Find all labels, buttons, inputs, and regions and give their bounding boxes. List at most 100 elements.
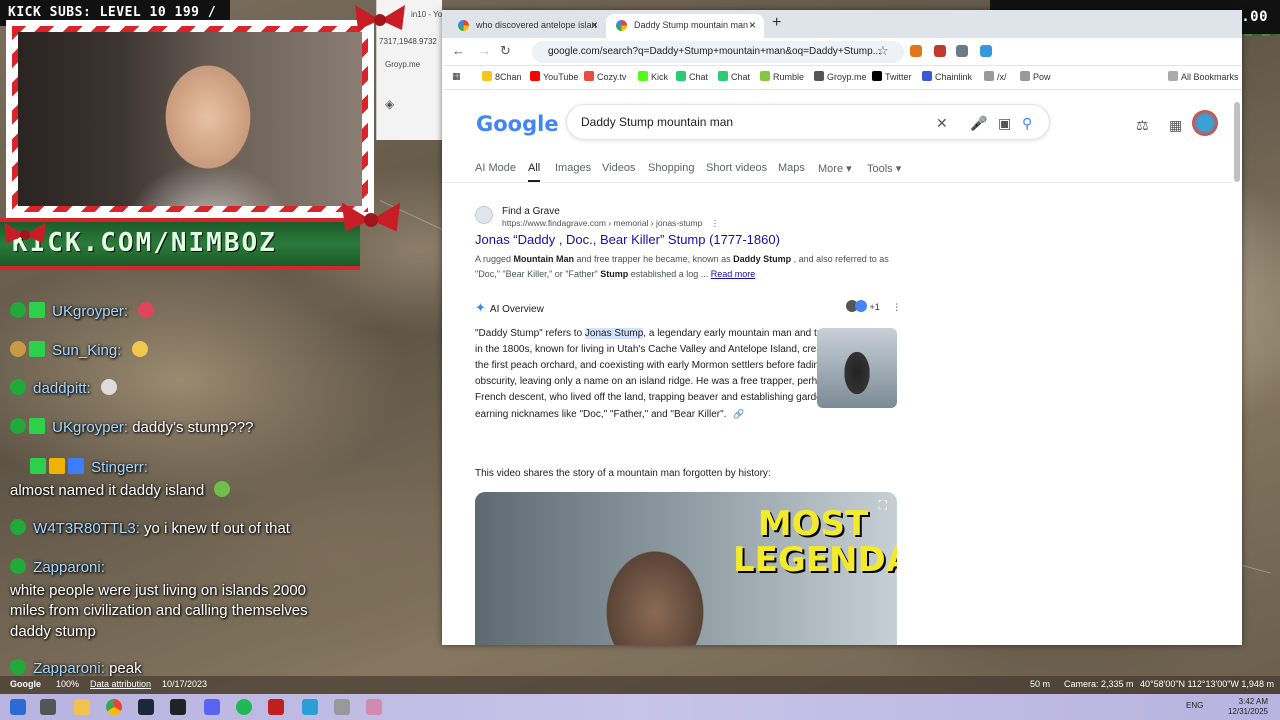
chat-message: daddy stump: [10, 623, 96, 640]
bookmark-label: All Bookmarks: [1181, 72, 1239, 82]
bookmark-8chan[interactable]: 8Chan: [482, 71, 522, 82]
video-thumbnail[interactable]: MOST LEGENDARY ⛶: [475, 492, 897, 645]
kick-badge-icon: [10, 379, 26, 395]
language-indicator[interactable]: ENG: [1186, 701, 1203, 710]
ai-overview-thumbnail[interactable]: [817, 328, 897, 408]
extension-icon[interactable]: [956, 45, 968, 57]
ai-overview-body: "Daddy Stump" refers to Jonas Stump, a l…: [475, 326, 847, 423]
result-title-link[interactable]: Jonas “Daddy , Doc., Bear Killer” Stump …: [475, 232, 780, 247]
tab-short-videos[interactable]: Short videos: [706, 162, 767, 174]
bookmark-youtube[interactable]: YouTube: [530, 71, 578, 82]
apps-grid-icon[interactable]: ▦: [452, 71, 461, 82]
account-avatar[interactable]: [1192, 110, 1218, 136]
lens-search-icon[interactable]: ▣: [998, 115, 1011, 132]
all-bookmarks[interactable]: All Bookmarks: [1168, 71, 1239, 82]
chat-username: Sun_King:: [52, 342, 122, 359]
clock[interactable]: 3:42 AM 12/31/2025: [1228, 697, 1268, 717]
bookmark-icon: [1020, 71, 1030, 81]
tab-videos[interactable]: Videos: [602, 162, 635, 174]
windows-start-icon[interactable]: [10, 699, 26, 715]
bookmark-pow[interactable]: Pow: [1020, 71, 1051, 82]
new-tab-icon[interactable]: +: [772, 14, 781, 32]
google-apps-icon[interactable]: ▦: [1169, 117, 1182, 134]
expand-icon[interactable]: ⛶: [879, 498, 887, 513]
forward-icon[interactable]: →: [478, 43, 491, 58]
bow-icon: [341, 202, 401, 232]
bookmark-twitter[interactable]: Twitter: [872, 71, 912, 82]
bookmark-cozytv[interactable]: Cozy.tv: [584, 71, 626, 82]
app-icon[interactable]: [334, 699, 350, 715]
kick-url-banner: KICK.COM/NIMBOZ: [0, 218, 360, 270]
bookmark-groypme[interactable]: Groyp.me: [814, 71, 867, 82]
app-icon[interactable]: [366, 699, 382, 715]
chat-message: W4T3R80TTL3: yo i knew tf out of that: [10, 519, 290, 537]
tab-shopping[interactable]: Shopping: [648, 162, 695, 174]
bookmark-x-board[interactable]: /x/: [984, 71, 1007, 82]
steam-icon[interactable]: [138, 699, 154, 715]
chat-text: white people were just living on islands…: [10, 582, 307, 599]
extension-icon[interactable]: [980, 45, 992, 57]
more-options-icon[interactable]: ⋮: [711, 218, 720, 228]
chat-message: daddpitt:: [10, 379, 120, 397]
tab-daddy-stump[interactable]: Daddy Stump mountain man - ×: [606, 14, 764, 38]
extension-icon[interactable]: [934, 45, 946, 57]
task-view-icon[interactable]: [40, 699, 56, 715]
app-icon[interactable]: [268, 699, 284, 715]
reload-icon[interactable]: ↻: [500, 43, 511, 59]
bookmark-star-icon[interactable]: ☆: [877, 43, 889, 59]
background-bookmark[interactable]: Groyp.me: [377, 46, 442, 69]
metamask-extension-icon[interactable]: [910, 45, 922, 57]
bookmark-label: /x/: [997, 72, 1007, 82]
more-options-icon[interactable]: ⋮: [892, 302, 901, 312]
close-tab-icon[interactable]: ×: [591, 18, 598, 32]
scale-label: 50 m: [1030, 679, 1051, 689]
tab-images[interactable]: Images: [555, 162, 591, 174]
youtube-icon: [530, 71, 540, 81]
layers-icon[interactable]: ◈: [377, 69, 442, 111]
tab-more[interactable]: More ▾: [818, 162, 852, 175]
video-intro-text: This video shares the story of a mountai…: [475, 468, 771, 479]
back-icon[interactable]: ←: [452, 43, 465, 58]
read-more-link[interactable]: Read more: [711, 269, 756, 279]
labs-flask-icon[interactable]: ⚖: [1136, 117, 1149, 134]
google-logo[interactable]: Google: [476, 112, 559, 136]
emote-icon: [138, 302, 155, 318]
bookmark-chat-2[interactable]: Chat: [718, 71, 750, 82]
chat-message: Zapparoni: peak: [10, 659, 142, 677]
bookmark-chat[interactable]: Chat: [676, 71, 708, 82]
search-icon[interactable]: ⚲: [1022, 115, 1032, 132]
snippet-text: established a log ...: [628, 269, 711, 279]
spotify-icon[interactable]: [236, 699, 252, 715]
tab-antelope-island[interactable]: who discovered antelope islan ×: [448, 14, 606, 38]
close-tab-icon[interactable]: ×: [749, 18, 756, 32]
ai-highlight-link[interactable]: Jonas Stump: [584, 328, 644, 339]
tab-more-label: More: [818, 163, 844, 175]
source-avatars[interactable]: +1 ⋮: [846, 300, 901, 313]
tab-ai-mode[interactable]: AI Mode: [475, 162, 516, 174]
dropdown-arrow-icon: ▾: [895, 163, 902, 175]
kick-badge-icon: [10, 302, 26, 318]
app-icon[interactable]: [302, 699, 318, 715]
tab-tools[interactable]: Tools ▾: [867, 162, 901, 175]
google-favicon-icon: [458, 20, 469, 31]
scrollbar-thumb[interactable]: [1234, 102, 1240, 182]
tab-maps[interactable]: Maps: [778, 162, 805, 174]
result-site-name[interactable]: Find a Grave: [502, 206, 560, 217]
url-field[interactable]: google.com/search?q=Daddy+Stump+mountain…: [532, 41, 904, 63]
data-attribution-link[interactable]: Data attribution: [90, 679, 151, 689]
tab-all[interactable]: All: [528, 162, 541, 183]
file-explorer-icon[interactable]: [74, 699, 90, 715]
bookmark-icon: [584, 71, 594, 81]
bookmark-kick[interactable]: Kick: [638, 71, 668, 82]
bookmark-rumble[interactable]: Rumble: [760, 71, 804, 82]
chat-message: Stingerr:: [30, 458, 148, 476]
discord-icon[interactable]: [204, 699, 220, 715]
voice-search-icon[interactable]: 🎤: [970, 115, 987, 132]
bookmark-label: Groyp.me: [827, 72, 867, 82]
terminal-icon[interactable]: [170, 699, 186, 715]
citation-link-icon[interactable]: 🔗: [733, 409, 744, 419]
clear-search-icon[interactable]: ✕: [936, 115, 948, 132]
bookmark-chainlink[interactable]: Chainlink: [922, 71, 972, 82]
chrome-icon[interactable]: [106, 699, 122, 715]
clock-time: 3:42 AM: [1238, 697, 1268, 706]
